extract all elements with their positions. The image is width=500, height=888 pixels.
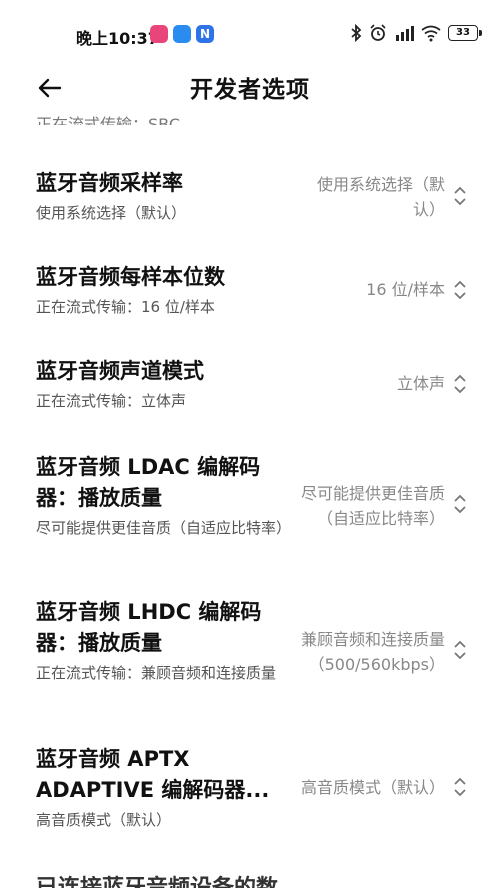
setting-value: 高音质模式（默认） [300,778,445,797]
setting-subtitle: 尽可能提供更佳音质（自适应比特率） [36,519,292,537]
clipped-next-title: 已连接蓝牙音频设备的数 [36,870,278,888]
setting-row-sample-rate[interactable]: 蓝牙音频采样率 使用系统选择（默认） 使用系统选择（默认） [0,168,500,238]
setting-title: 蓝牙音频声道模式 [36,359,204,383]
setting-title: 蓝牙音频 LHDC 编解码器：播放质量 [36,600,262,655]
app-notification-icon [150,25,168,43]
cloud-app-icon [173,25,191,43]
dropdown-chevron-icon [454,374,466,394]
dropdown-chevron-icon [454,186,466,206]
clipped-previous-setting: 正在流式传输：SBC [36,105,336,125]
setting-title: 蓝牙音频 APTX ADAPTIVE 编解码器... [36,747,270,802]
clipped-previous-subtitle: 正在流式传输：SBC [36,115,181,125]
setting-row-bits-per-sample[interactable]: 蓝牙音频每样本位数 正在流式传输：16 位/样本 16 位/样本 [0,262,500,322]
wifi-icon [421,25,441,42]
setting-value: 兼顾音频和连接质量（500/560kbps） [300,630,445,674]
status-bar: 晚上10:37 N 33 [0,0,500,70]
setting-subtitle: 正在流式传输：兼顾音频和连接质量 [36,664,277,682]
dropdown-chevron-icon [454,640,466,660]
alarm-icon [370,24,386,41]
setting-subtitle: 高音质模式（默认） [36,811,172,829]
setting-value: 使用系统选择（默认） [316,175,445,219]
setting-row-channel-mode[interactable]: 蓝牙音频声道模式 正在流式传输：立体声 立体声 [0,356,500,416]
setting-value: 立体声 [396,374,445,393]
dropdown-chevron-icon [454,280,466,300]
status-icons: 33 [350,24,482,42]
dropdown-chevron-icon [454,494,466,514]
battery-indicator: 33 [448,25,482,41]
setting-subtitle: 使用系统选择（默认） [36,204,187,222]
status-time: 晚上10:37 [76,29,159,48]
setting-title: 蓝牙音频采样率 [36,171,183,195]
setting-title: 蓝牙音频每样本位数 [36,265,225,289]
setting-row-lhdc-quality[interactable]: 蓝牙音频 LHDC 编解码器：播放质量 正在流式传输：兼顾音频和连接质量 兼顾音… [0,597,500,707]
setting-row-aptx-adaptive[interactable]: 蓝牙音频 APTX ADAPTIVE 编解码器... 高音质模式（默认） 高音质… [0,744,500,834]
setting-row-ldac-quality[interactable]: 蓝牙音频 LDAC 编解码器：播放质量 尽可能提供更佳音质（自适应比特率） 尽可… [0,452,500,562]
setting-subtitle: 正在流式传输：立体声 [36,392,187,410]
setting-title: 蓝牙音频 LDAC 编解码器：播放质量 [36,455,261,510]
bluetooth-icon [351,24,362,42]
setting-value: 16 位/样本 [366,280,445,299]
page-title: 开发者选项 [190,77,310,103]
setting-subtitle: 正在流式传输：16 位/样本 [36,298,215,316]
n-app-icon: N [196,25,214,43]
dropdown-chevron-icon [454,777,466,797]
signal-icon [396,26,414,41]
clipped-next-setting[interactable]: 已连接蓝牙音频设备的数 [36,868,456,888]
setting-value: 尽可能提供更佳音质（自适应比特率） [300,484,445,528]
